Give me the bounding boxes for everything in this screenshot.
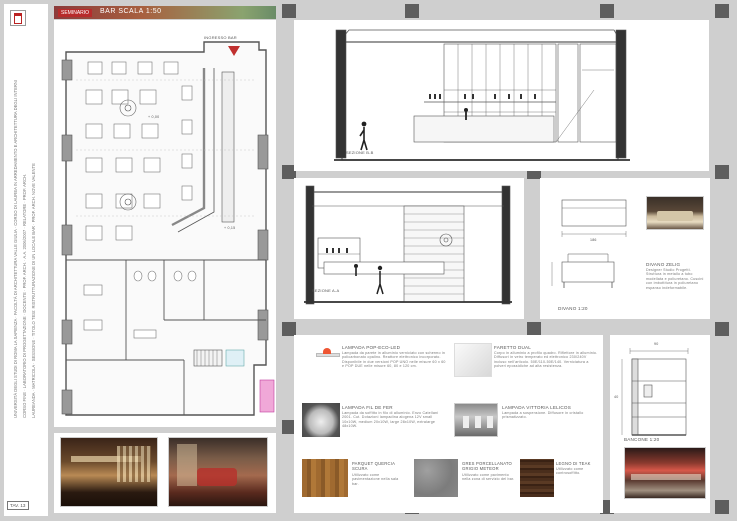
counter-label: BANCONE 1:20 xyxy=(624,437,660,442)
lamp-3-name: LAMPADA FIL DE FER xyxy=(342,405,393,410)
sofa-label: DIVANO 1:20 xyxy=(558,306,588,311)
parquet-oak-swatch xyxy=(302,459,348,497)
lamp-2-name: FARETTO DUAL xyxy=(494,345,532,350)
header-bar: SEMINARIO BAR SCALA 1:50 xyxy=(54,6,276,19)
lamp-vittoria-image xyxy=(454,403,498,437)
interior-render-2 xyxy=(168,437,268,507)
sheet-number: TAV. 13 xyxy=(7,501,29,510)
material-2-name: GRES PORCELLANATO GRIGIO METEOR xyxy=(462,461,513,471)
logo-emblem xyxy=(10,10,26,26)
section-bb-drawing xyxy=(334,29,630,161)
section-aa-drawing xyxy=(304,185,512,305)
counter-render xyxy=(624,447,706,499)
teak-wood-swatch xyxy=(520,459,554,497)
interior-render-1 xyxy=(60,437,158,507)
strip-line-1: UNIVERSITÀ DEGLI STUDI DI ROMA LA SAPIEN… xyxy=(13,79,18,418)
gres-tile-swatch xyxy=(414,459,458,497)
spotlight-dual-image xyxy=(454,343,492,377)
products-panel: LAMPADA POP-ECO-LED Lampada da parete in… xyxy=(294,335,603,513)
entrance-label: INGRESSO BAR xyxy=(204,35,237,40)
section-aa-label: SEZIONE A-A xyxy=(312,288,340,293)
sofa-desc: Designer Studio Progetti. Struttura in m… xyxy=(646,268,704,290)
lamp-pop-image xyxy=(302,343,340,373)
info-strip: UNIVERSITÀ DEGLI STUDI DI ROMA LA SAPIEN… xyxy=(4,4,48,516)
sofa-panel: 186 DIVANO ZELIG Designer Studio Progett… xyxy=(540,178,710,319)
lamp-1-desc: Lampada da parete in alluminio verniciat… xyxy=(342,351,446,369)
counter-dim-1: 90 xyxy=(654,342,659,346)
header-title: BAR SCALA 1:50 xyxy=(100,8,162,15)
header-badge: SEMINARIO xyxy=(58,9,93,17)
lamp-1-name: LAMPADA POP-ECO-LED xyxy=(342,345,401,350)
floor-plan-drawing xyxy=(61,41,275,416)
sofa-photo xyxy=(646,196,704,230)
lamp-4-name: LAMPADA VITTORIA LELICOS xyxy=(502,405,571,410)
section-bb-panel: SEZIONE B-B xyxy=(294,20,709,171)
section-bb-label: SEZIONE B-B xyxy=(346,150,374,155)
level-label-2: + 0,15 xyxy=(224,226,236,230)
counter-panel: 90 40 BANCONE 1:20 xyxy=(610,335,710,513)
strip-line-3: LAUREANDA · MATRICOLA · SESSIONE · TITOL… xyxy=(31,163,36,418)
counter-dim-2: 40 xyxy=(614,395,619,399)
sofa-title: DIVANO ZELIG xyxy=(646,262,681,267)
lamp-4-desc: Lampada a sospensione. Diffusore in cris… xyxy=(502,411,584,420)
lamp-2-desc: Corpo in alluminio a profilo quadro. Rif… xyxy=(494,351,598,369)
renders-panel xyxy=(54,433,276,513)
sofa-dim: 186 xyxy=(590,238,597,242)
section-aa-panel: SEZIONE A-A xyxy=(294,178,524,319)
material-2-desc: Utilizzato come pavimento nella zona di … xyxy=(462,473,515,482)
strip-line-2: CORSO FINE · LABORATORIO DI PROGETTAZION… xyxy=(22,173,27,418)
material-1-name: PARQUET QUERCIA SCURA xyxy=(352,461,395,471)
level-label-1: + 0,00 xyxy=(148,115,160,119)
lamp-3-desc: Lampada da soffitto in filo di alluminio… xyxy=(342,411,439,429)
material-3-desc: Utilizzato come controsoffitto. xyxy=(556,467,584,476)
lamp-fil-de-fer-image xyxy=(302,403,340,437)
floor-plan-panel: INGRESSO BAR + 0,00 + 0,15 xyxy=(54,20,276,427)
material-3-name: LEGNO DI TEAK xyxy=(556,461,591,466)
material-1-desc: Utilizzato come pavimentazione nella sal… xyxy=(352,473,399,486)
